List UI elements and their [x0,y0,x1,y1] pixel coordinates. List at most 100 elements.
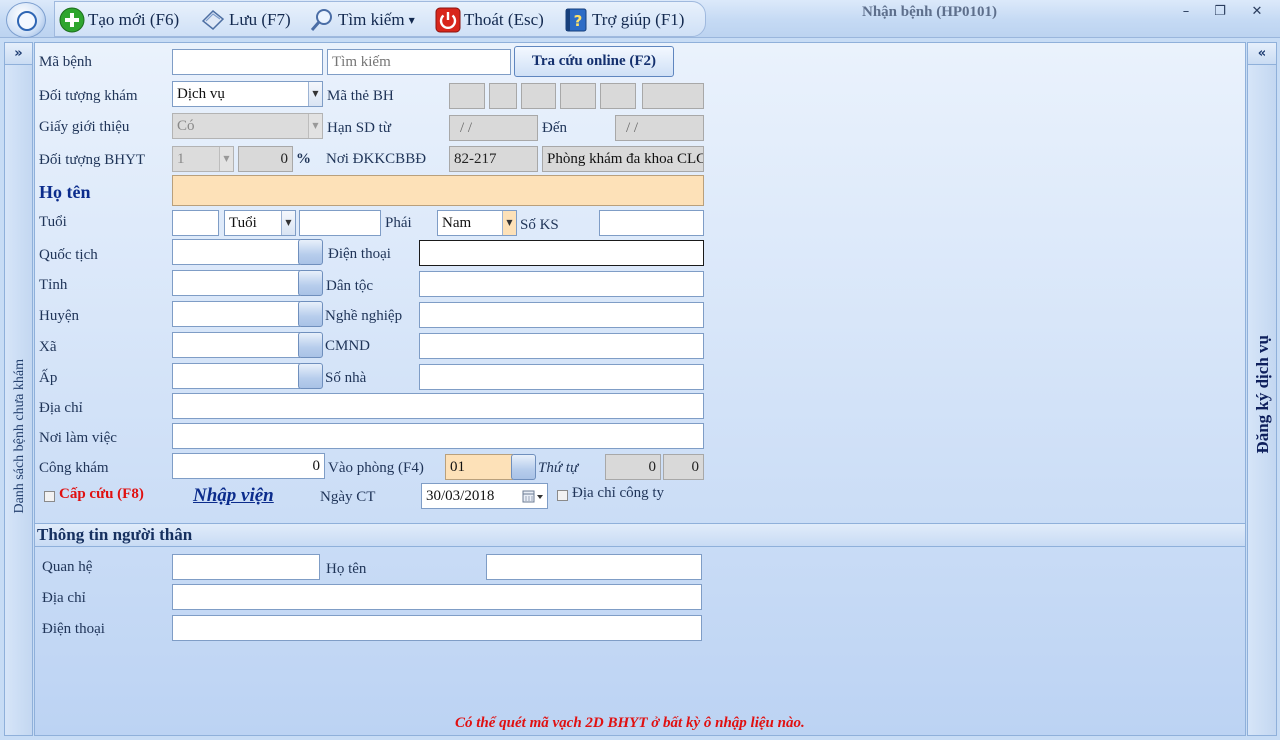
tuoi-unit-select[interactable]: Tuổi ▼ [224,210,296,236]
chevron-down-icon[interactable]: ▼ [219,147,233,171]
calendar-dropdown-icon[interactable] [522,490,544,504]
noi-lam-viec-input[interactable] [172,423,704,449]
dia-chi-input[interactable] [172,393,704,419]
chevron-down-icon[interactable]: ▼ [281,211,295,235]
quan-he-label: Quan hệ [42,559,93,575]
tinh-lookup-button[interactable] [298,270,323,296]
den-label: Đến [542,120,567,136]
doi-tuong-bhyt-label: Đối tượng BHYT [39,152,146,168]
ma-the-bh-field-4[interactable] [560,83,596,109]
ho-ten-input[interactable] [172,175,704,206]
han-sd-tu-input[interactable]: / / [449,115,538,141]
window-title: Nhận bệnh (HP0101) [862,4,998,20]
cong-kham-input[interactable]: 0 [172,453,325,479]
noi-dkkcbbd-code-input[interactable]: 82-217 [449,146,538,172]
birth-date-input[interactable] [299,210,381,236]
relative-ho-ten-input[interactable] [486,554,702,580]
help-book-icon: ? [565,8,587,32]
thu-tu-input-1[interactable]: 0 [605,454,661,480]
thu-tu-input-2[interactable]: 0 [663,454,704,480]
so-ks-input[interactable] [599,210,704,236]
help-button[interactable]: ? Trợ giúp (F1) [563,5,684,35]
save-button[interactable]: Lưu (F7) [200,5,291,35]
new-button-label: Tạo mới (F6) [88,10,180,29]
nghe-nghiep-input[interactable] [419,302,704,328]
phai-select[interactable]: Nam ▼ [437,210,517,236]
search-input[interactable] [327,49,511,75]
so-nha-input[interactable] [419,364,704,390]
exit-button[interactable]: Thoát (Esc) [435,5,544,35]
vao-phong-lookup-button[interactable] [511,454,536,480]
thu-tu-label: Thứ tự [538,460,579,476]
chevron-down-icon[interactable]: ▼ [308,82,322,106]
giay-gioi-thieu-select[interactable]: Có ▼ [172,113,323,139]
xa-label: Xã [39,339,57,355]
tinh-input[interactable] [172,270,300,296]
ap-input[interactable] [172,363,300,389]
search-icon [310,9,332,31]
ma-benh-input[interactable] [172,49,323,75]
dien-thoai-label: Điện thoại [328,246,391,262]
chevron-down-icon[interactable]: ▼ [308,114,322,138]
den-input[interactable]: / / [615,115,704,141]
percent-sign: % [296,151,311,167]
ngay-ct-input[interactable]: 30/03/2018 [421,483,548,509]
ma-the-bh-field-1[interactable] [449,83,485,109]
ma-the-bh-field-6[interactable] [642,83,704,109]
nghe-nghiep-label: Nghề nghiệp [325,308,403,324]
quoc-tich-lookup-button[interactable] [298,239,323,265]
phai-value: Nam [442,215,472,231]
doi-tuong-kham-select[interactable]: Dịch vụ ▼ [172,81,323,107]
dia-chi-cong-ty-label: Địa chỉ công ty [572,485,665,501]
dia-chi-label: Địa chỉ [39,400,83,416]
tuoi-input[interactable] [172,210,219,236]
huyen-lookup-button[interactable] [298,301,323,327]
ma-the-bh-field-3[interactable] [521,83,556,109]
so-ks-label: Số KS [520,217,559,233]
vao-phong-input[interactable]: 01 [445,454,513,480]
ma-the-bh-field-2[interactable] [489,83,517,109]
app-logo-icon [17,11,37,31]
expand-right-panel-button[interactable]: « [1248,43,1276,65]
chevron-down-icon[interactable]: ▼ [502,211,516,235]
relative-dien-thoai-label: Điện thoại [42,621,105,637]
search-button[interactable]: Tìm kiếm ▼ [309,5,415,35]
ap-lookup-button[interactable] [298,363,323,389]
dia-chi-cong-ty-checkbox[interactable] [557,490,568,501]
quan-he-input[interactable] [172,554,320,580]
relative-dia-chi-label: Địa chỉ [42,590,86,606]
patient-queue-panel[interactable]: » Danh sách bệnh chưa khám [4,42,33,736]
bhyt-percent-input[interactable]: 0 [238,146,293,172]
ma-the-bh-field-5[interactable] [600,83,636,109]
quick-access-toolbar: Tạo mới (F6) Lưu (F7) Tìm kiếm ▼ Thoát (… [54,1,706,37]
tuoi-unit-value: Tuổi [229,215,257,231]
help-button-label: Trợ giúp (F1) [592,10,685,29]
nhap-vien-link[interactable]: Nhập viện [193,485,274,507]
doi-tuong-kham-value: Dịch vụ [177,86,225,102]
app-menu-button[interactable] [6,2,46,38]
xa-lookup-button[interactable] [298,332,323,358]
relative-dien-thoai-input[interactable] [172,615,702,641]
patient-queue-label: Danh sách bệnh chưa khám [12,359,27,514]
add-icon [59,7,85,33]
noi-dkkcbbd-name-input[interactable]: Phòng khám đa khoa CLC [542,146,704,172]
close-button[interactable]: ✕ [1243,2,1271,22]
giay-gioi-thieu-label: Giấy giới thiệu [39,119,130,135]
expand-left-panel-button[interactable]: » [5,43,32,65]
online-lookup-button[interactable]: Tra cứu online (F2) [514,46,674,77]
cmnd-input[interactable] [419,333,704,359]
dan-toc-input[interactable] [419,271,704,297]
xa-input[interactable] [172,332,300,358]
relative-dia-chi-input[interactable] [172,584,702,610]
doi-tuong-bhyt-select[interactable]: 1 ▼ [172,146,234,172]
service-registration-panel[interactable]: « Đăng ký dịch vụ [1247,42,1277,736]
dien-thoai-input[interactable] [419,240,704,266]
new-button[interactable]: Tạo mới (F6) [59,5,179,35]
quoc-tich-input[interactable] [172,239,300,265]
cong-kham-label: Công khám [39,460,109,476]
ma-benh-label: Mã bệnh [39,54,92,70]
minimize-button[interactable]: – [1172,2,1200,22]
restore-button[interactable]: ❐ [1206,2,1234,22]
cap-cuu-checkbox[interactable] [44,491,55,502]
huyen-input[interactable] [172,301,300,327]
